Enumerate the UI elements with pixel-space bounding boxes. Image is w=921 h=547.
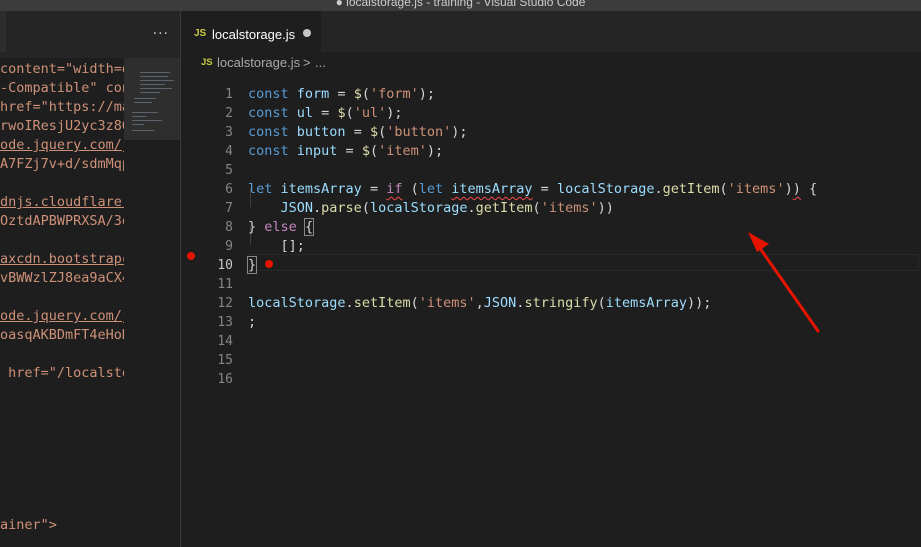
minimap-line [132, 124, 144, 125]
code-token: rwoIResjU2yc3z8GV [0, 118, 124, 134]
left-tab-bar: ··· [0, 11, 181, 58]
minimap-slider[interactable] [124, 58, 180, 140]
code-token: ode.jquery.com/jq [0, 137, 124, 153]
minimap-line [132, 116, 146, 117]
code-token: href="/localstor [8, 365, 124, 381]
left-code-line[interactable]: -Compatible" cont [0, 79, 124, 98]
annotation-arrow-head [748, 232, 769, 252]
left-code-line[interactable]: dnjs.cloudflare.c [0, 193, 124, 212]
code-token: ainer"> [0, 517, 57, 533]
left-code-line[interactable]: ode.jquery.com/jq [0, 136, 124, 155]
left-code-line[interactable]: axcdn.bootstrapcd [0, 250, 124, 269]
minimap-line [134, 102, 152, 103]
minimap-line [134, 98, 156, 99]
left-code-line[interactable]: oasqAKBDmFT4eHoN2 [0, 326, 124, 345]
code-token: dnjs.cloudflare.c [0, 194, 124, 210]
code-token: vBWWzlZJ8ea9aCX4p [0, 270, 124, 286]
window-title-bar: ● localstorage.js - training - Visual St… [0, 0, 921, 11]
minimap-line [140, 88, 172, 89]
left-code-line[interactable]: content="width=de [0, 60, 124, 79]
minimap-line [140, 84, 165, 85]
minimap-line [132, 130, 154, 131]
code-token: oasqAKBDmFT4eHoN2 [0, 327, 124, 343]
left-code-line[interactable]: rwoIResjU2yc3z8GV [0, 117, 124, 136]
left-code-line[interactable]: href="https://ma [0, 98, 124, 117]
code-token: axcdn.bootstrapcd [0, 251, 124, 267]
minimap[interactable] [124, 58, 180, 547]
minimap-line [140, 72, 170, 73]
left-code-line[interactable]: ode.jquery.com/jq [0, 307, 124, 326]
annotation-arrow [748, 232, 820, 333]
minimap-line [132, 112, 158, 113]
left-editor-group: ··· content="width=de -Compatible" cont hr… [0, 11, 181, 547]
code-token: -Compatible" cont [0, 80, 124, 96]
code-token: OztdAPBWPRXSA/3eY [0, 213, 124, 229]
left-code-line[interactable]: OztdAPBWPRXSA/3eY [0, 212, 124, 231]
left-code-line[interactable]: A7FZj7v+d/sdmMqp/ [0, 155, 124, 174]
right-editor-group: JS localstorage.js JS localstorage.js > … [181, 11, 921, 547]
minimap-line [140, 80, 174, 81]
annotation-arrow-shaft [755, 242, 820, 333]
left-code-line[interactable]: href="/localstor [0, 364, 124, 383]
code-token: content="width=de [0, 61, 124, 77]
minimap-line [132, 120, 162, 121]
code-token: A7FZj7v+d/sdmMqp/ [0, 156, 124, 172]
code-token: ode.jquery.com/jq [0, 308, 124, 324]
window-title: ● localstorage.js - training - Visual St… [335, 0, 586, 9]
left-code-area[interactable]: content="width=de -Compatible" cont href="… [0, 58, 124, 547]
left-code-line[interactable]: ainer"> [0, 516, 57, 535]
minimap-line [140, 92, 160, 93]
code-token: href="https://ma [0, 99, 124, 115]
left-tab-fragment[interactable] [0, 11, 6, 52]
more-actions-button[interactable]: ··· [153, 26, 169, 42]
minimap-line [140, 76, 168, 77]
left-code-line[interactable]: vBWWzlZJ8ea9aCX4p [0, 269, 124, 288]
